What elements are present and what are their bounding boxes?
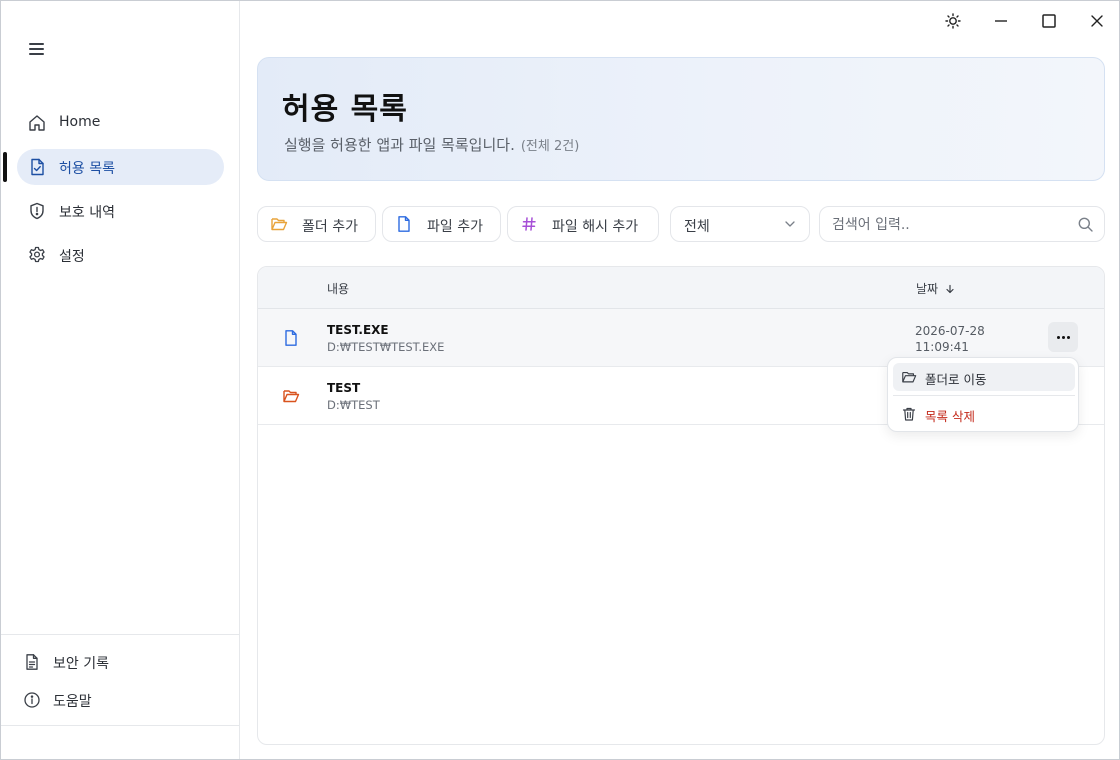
- row-date-day: 2026-07-28: [915, 324, 985, 338]
- menu-item-label: 폴더로 이동: [925, 372, 987, 387]
- filter-select-value: 전체: [684, 219, 710, 235]
- sidebar-item-help[interactable]: 도움말: [23, 689, 223, 711]
- gear-icon: [29, 246, 45, 263]
- document-icon: [26, 654, 38, 670]
- add-folder-label: 폴더 추가: [302, 219, 358, 235]
- sidebar-bottom: 보안 기록 도움말: [1, 634, 240, 726]
- search-box: [819, 206, 1105, 242]
- sidebar-item-label: Home: [59, 114, 101, 130]
- sidebar-item-label: 보안 기록: [53, 656, 109, 672]
- sun-icon: [945, 13, 961, 29]
- folder-open-icon: [283, 390, 300, 403]
- add-file-label: 파일 추가: [427, 219, 483, 235]
- minimize-button[interactable]: [989, 9, 1013, 33]
- item-count: (전체 2건): [520, 139, 580, 154]
- menu-divider: [893, 395, 1075, 396]
- menu-item-delete[interactable]: 목록 삭제: [893, 400, 1075, 428]
- context-menu: 폴더로 이동 목록 삭제: [887, 357, 1079, 432]
- column-header-content: 내용: [327, 282, 350, 296]
- close-icon: [1091, 15, 1103, 27]
- table-header: 내용 날짜: [258, 267, 1104, 309]
- sidebar-item-settings[interactable]: 설정: [17, 237, 224, 273]
- add-hash-button[interactable]: 파일 해시 추가: [507, 206, 659, 242]
- shield-icon: [30, 202, 44, 220]
- sidebar-item-security-log[interactable]: 보안 기록: [23, 651, 223, 673]
- sidebar-item-home[interactable]: Home: [17, 105, 224, 141]
- sidebar-item-protection-history[interactable]: 보호 내역: [17, 193, 224, 229]
- search-input[interactable]: [832, 214, 1072, 236]
- row-path: D:₩TEST₩TEST.EXE: [327, 340, 445, 354]
- page-header: 허용 목록 실행을 허용한 앱과 파일 목록입니다. (전체 2건): [257, 57, 1105, 181]
- arrow-down-icon: [946, 284, 954, 294]
- sidebar-item-label: 설정: [59, 249, 85, 265]
- info-icon: [24, 692, 40, 708]
- maximize-button[interactable]: [1037, 9, 1061, 33]
- menu-item-label: 목록 삭제: [925, 409, 975, 424]
- sidebar-nav: Home 허용 목록 보호 내역 설정: [1, 105, 240, 281]
- row-name: TEST: [327, 381, 361, 395]
- add-hash-label: 파일 해시 추가: [552, 219, 639, 235]
- row-date: 2026-07-28 11:09:41: [915, 323, 985, 355]
- search-icon[interactable]: [1077, 216, 1094, 233]
- page-subtitle: 실행을 허용한 앱과 파일 목록입니다. (전체 2건): [284, 134, 579, 155]
- sidebar-item-label: 도움말: [53, 694, 92, 710]
- row-name: TEST.EXE: [327, 323, 389, 337]
- column-header-date[interactable]: 날짜: [916, 280, 955, 297]
- maximize-icon: [1042, 14, 1056, 28]
- add-folder-button[interactable]: 폴더 추가: [257, 206, 376, 242]
- trash-icon: [902, 407, 916, 421]
- allowlist-table: 내용 날짜 TEST.EXE D:₩TEST₩TEST.EXE 2026-07-…: [257, 266, 1105, 745]
- file-icon: [285, 330, 297, 346]
- file-check-icon: [31, 158, 44, 176]
- chevron-down-icon: [785, 221, 795, 227]
- app-window: Home 허용 목록 보호 내역 설정 보안 기록 도움말 허용 목록 실행을 …: [0, 0, 1120, 760]
- page-description: 실행을 허용한 앱과 파일 목록입니다.: [284, 136, 515, 154]
- page-title: 허용 목록: [282, 92, 408, 127]
- theme-toggle-button[interactable]: [941, 9, 965, 33]
- row-path: D:₩TEST: [327, 398, 380, 412]
- sidebar: Home 허용 목록 보호 내역 설정 보안 기록 도움말: [1, 1, 240, 759]
- minimize-icon: [995, 20, 1007, 22]
- sidebar-item-label: 보호 내역: [59, 205, 115, 221]
- hash-icon: [522, 217, 536, 231]
- menu-toggle-icon[interactable]: [27, 39, 47, 59]
- folder-open-icon: [271, 218, 288, 231]
- filter-select[interactable]: 전체: [670, 206, 810, 242]
- more-options-button[interactable]: [1048, 322, 1078, 352]
- file-icon: [398, 216, 410, 232]
- sidebar-item-allowlist[interactable]: 허용 목록: [3, 149, 224, 185]
- column-header-date-label: 날짜: [916, 282, 939, 296]
- menu-item-open-folder[interactable]: 폴더로 이동: [893, 363, 1075, 391]
- close-button[interactable]: [1085, 9, 1109, 33]
- row-date-time: 11:09:41: [915, 340, 969, 354]
- home-icon: [29, 115, 45, 131]
- active-indicator: [3, 152, 7, 182]
- sidebar-item-label: 허용 목록: [59, 161, 115, 177]
- folder-open-icon: [902, 371, 917, 383]
- add-file-button[interactable]: 파일 추가: [382, 206, 501, 242]
